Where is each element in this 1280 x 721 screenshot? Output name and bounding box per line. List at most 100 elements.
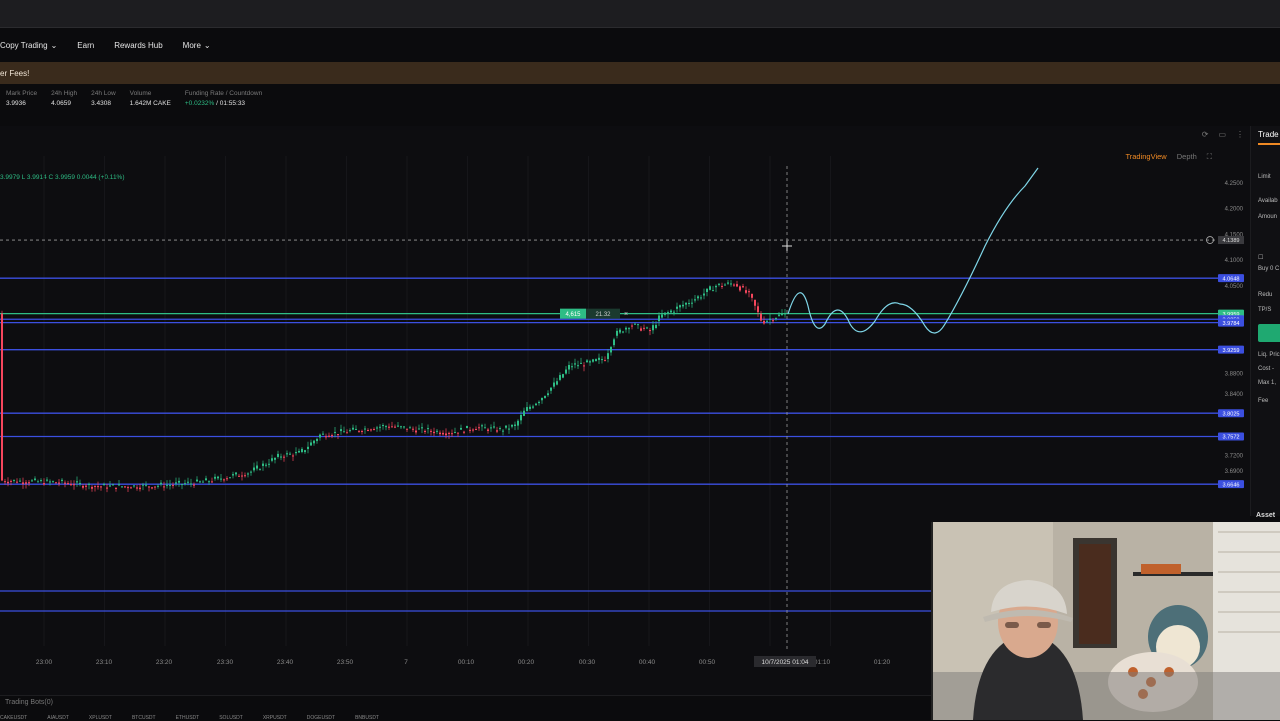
candle-body — [679, 305, 681, 308]
candle-body — [322, 433, 324, 435]
candle-body — [535, 403, 537, 406]
candle-body — [253, 467, 255, 471]
candle-body — [391, 426, 393, 428]
candle-body — [337, 434, 339, 436]
ticker-strip-item[interactable]: XRPUSDT — [263, 715, 287, 721]
mark-price-label: Mark Price — [6, 90, 38, 97]
limit-tab[interactable]: Limit — [1258, 174, 1271, 180]
candle-body — [463, 431, 465, 433]
fees-label: Fee — [1258, 398, 1269, 404]
ticker-strip-item[interactable]: AIAUSDT — [47, 715, 69, 721]
ticker-strip-item[interactable]: BTCUSDT — [132, 715, 156, 721]
candle-body — [238, 475, 240, 477]
candle-body — [40, 480, 42, 482]
candle-body — [724, 284, 726, 286]
candle-body — [736, 284, 738, 287]
candle-body — [190, 483, 192, 485]
nav-label: Earn — [77, 40, 95, 50]
y-tick-label: 3.8800 — [1225, 371, 1244, 377]
x-tick-label: 00:20 — [518, 659, 535, 666]
candle-body — [442, 432, 444, 435]
high-value: 4.0659 — [51, 100, 71, 107]
candle-body — [658, 315, 660, 322]
order-value: 21.32 — [595, 312, 611, 318]
ticker-strip-item[interactable]: BNBUSDT — [355, 715, 379, 721]
ticker-strip-item[interactable]: ETHUSDT — [176, 715, 200, 721]
candle-body — [604, 360, 606, 362]
candle-body — [517, 420, 519, 426]
x-tick-label: 23:40 — [277, 659, 294, 666]
x-tick-label: 23:30 — [217, 659, 234, 666]
trading-bots-tab[interactable]: Trading Bots(0) — [5, 699, 53, 706]
x-tick-label: 00:40 — [639, 659, 656, 666]
candle-body — [688, 303, 690, 305]
candle-body — [388, 426, 390, 428]
nav-earn[interactable]: Earn — [67, 41, 104, 50]
candle-body — [487, 429, 489, 431]
candle-body — [784, 313, 786, 315]
candle-body — [361, 430, 363, 432]
candle-body — [196, 479, 198, 482]
candle-body — [364, 428, 366, 430]
chevron-down-icon: ⌄ — [203, 40, 211, 50]
candle-body — [313, 440, 315, 444]
y-tick-label: 3.6900 — [1225, 469, 1244, 475]
candle-body — [43, 483, 45, 485]
candle-body — [769, 318, 771, 320]
nav-copy-trading[interactable]: Copy Trading ⌄ — [0, 41, 67, 50]
candle-body — [292, 455, 294, 457]
candle-body — [325, 436, 327, 438]
candle-body — [469, 429, 471, 431]
x-tick-label: 23:20 — [156, 659, 173, 666]
available-label: Availab — [1258, 198, 1278, 204]
candle-body — [571, 366, 573, 368]
candle-body — [640, 328, 642, 331]
candle-body — [691, 302, 693, 304]
funding-countdown: / 01:55:33 — [214, 100, 246, 107]
candle-body — [367, 430, 369, 432]
checkbox-icon[interactable]: ☐ — [1258, 254, 1263, 261]
mark-price-value: 3.9936 — [6, 100, 26, 107]
candle-body — [481, 425, 483, 427]
ticker-strip-item[interactable]: CAKEUSDT — [0, 715, 27, 721]
candle-body — [424, 430, 426, 433]
tpsl[interactable]: TP/S — [1258, 307, 1271, 313]
candle-body — [553, 382, 555, 387]
candle-body — [379, 426, 381, 428]
candle-body — [565, 369, 567, 374]
candle-body — [721, 285, 723, 287]
ticker-strip-item[interactable]: SOLUSDT — [219, 715, 243, 721]
candle-body — [718, 283, 720, 285]
candle-body — [82, 485, 84, 488]
candle-body — [757, 306, 759, 313]
promo-banner[interactable]: er Fees! — [0, 62, 1280, 84]
ticker-strip-item[interactable]: XPLUSDT — [89, 715, 112, 721]
nav-more[interactable]: More ⌄ — [173, 41, 221, 50]
nav-rewards-hub[interactable]: Rewards Hub — [104, 41, 172, 50]
candle-body — [715, 285, 717, 288]
candle-body — [232, 474, 234, 476]
candle-body — [598, 357, 600, 360]
candle-body — [187, 481, 189, 483]
candle-body — [586, 360, 588, 363]
crosshair-price-label: 4.1389 — [1222, 238, 1239, 244]
candle-body — [7, 481, 9, 484]
candle-body — [130, 487, 132, 489]
candle-body — [742, 286, 744, 288]
candle-body — [295, 452, 297, 454]
buy-button[interactable] — [1258, 324, 1280, 342]
candle-body — [88, 483, 90, 485]
tab-trade[interactable]: Trade — [1258, 130, 1279, 139]
candle-body — [106, 487, 108, 489]
candle-body — [163, 486, 165, 488]
ticker-strip-item[interactable]: DOGEUSDT — [307, 715, 335, 721]
candle-body — [751, 293, 753, 298]
reduce-only[interactable]: Redu — [1258, 292, 1272, 298]
candle-body — [628, 328, 630, 330]
y-tick-label: 3.7200 — [1225, 454, 1244, 460]
candle-body — [100, 486, 102, 488]
nav-label: More — [182, 40, 201, 50]
candle-body — [136, 487, 138, 489]
candle-body — [211, 481, 213, 483]
candle-body — [475, 429, 477, 431]
